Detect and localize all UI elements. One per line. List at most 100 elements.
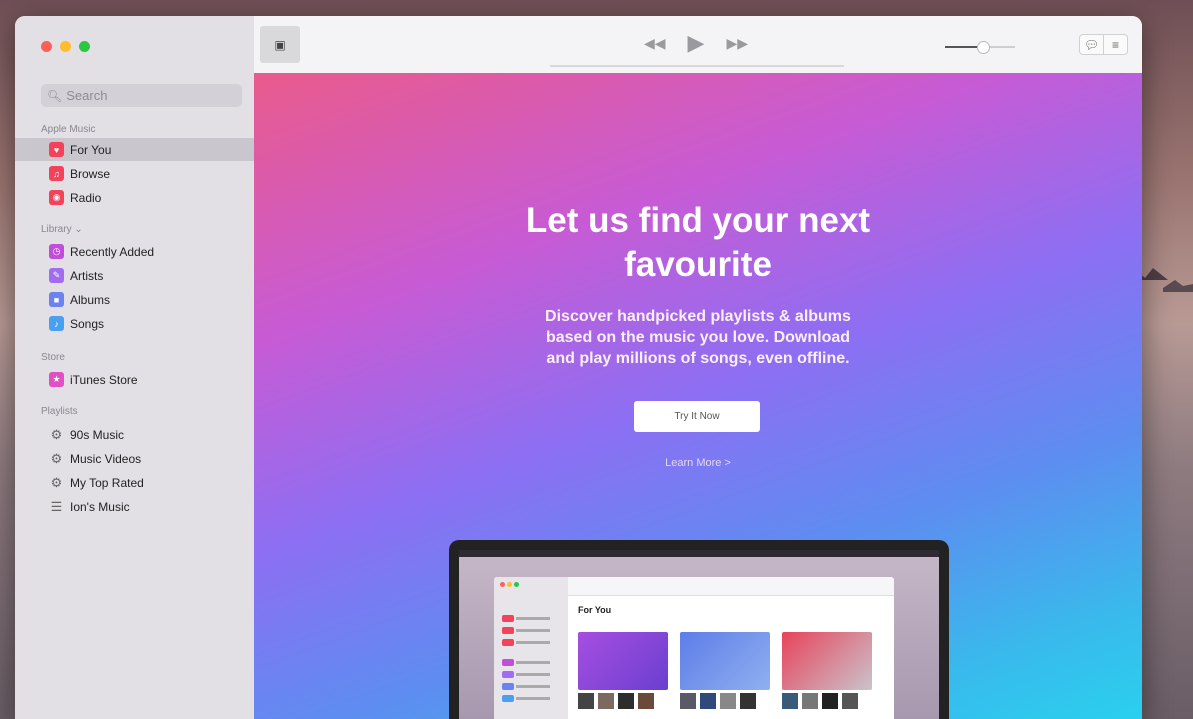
sidebar-item-label: Ion's Music bbox=[70, 499, 130, 514]
hero-headline-line-1: Let us find your next bbox=[525, 201, 871, 240]
minimize-button[interactable] bbox=[60, 41, 71, 52]
sidebar-item-albums[interactable]: ■ Albums bbox=[15, 288, 254, 311]
illustration-thumb bbox=[598, 693, 614, 709]
illustration-sidebar bbox=[494, 577, 568, 719]
illustration-thumb bbox=[700, 693, 716, 709]
music-note-icon: ♫ bbox=[49, 166, 64, 181]
playlist-icon: ☰ bbox=[50, 498, 63, 514]
star-icon: ★ bbox=[49, 372, 64, 387]
note-icon: ♪ bbox=[49, 316, 64, 331]
illustration-row bbox=[502, 627, 514, 634]
illustration-row bbox=[502, 671, 514, 678]
illustration-thumb bbox=[802, 693, 818, 709]
illustration-thumb bbox=[680, 693, 696, 709]
illustration-menubar bbox=[459, 550, 939, 557]
volume-knob[interactable] bbox=[977, 41, 990, 54]
radio-icon: ◉ bbox=[49, 190, 64, 205]
sidebar-item-label: Songs bbox=[70, 316, 105, 331]
clock-icon: ◷ bbox=[49, 244, 64, 259]
illustration-thumb bbox=[720, 693, 736, 709]
fast-forward-icon[interactable]: ▶▶ bbox=[726, 35, 748, 52]
sidebar-item-label: Artists bbox=[70, 268, 104, 283]
sidebar-item-music-videos[interactable]: ⚙ Music Videos bbox=[15, 447, 254, 470]
player-toolbar: ▣ ◀◀ ▶ ▶▶ 💬︎ ≡ bbox=[254, 16, 1142, 74]
hero-headline-line-2: favourite bbox=[624, 245, 772, 284]
search-input[interactable]: 🔍︎ Search bbox=[41, 84, 242, 107]
illustration-thumb bbox=[842, 693, 858, 709]
learn-more-link[interactable]: Learn More > bbox=[254, 457, 1142, 469]
sidebar-item-label: Radio bbox=[70, 190, 102, 205]
microphone-icon: ✎ bbox=[49, 268, 64, 283]
sidebar-item-label: Music Videos bbox=[70, 451, 142, 466]
illustration-dot bbox=[507, 582, 512, 587]
illustration-row bbox=[502, 683, 514, 690]
illustration-thumb bbox=[822, 693, 838, 709]
sidebar-item-90s-music[interactable]: ⚙ 90s Music bbox=[15, 423, 254, 446]
sidebar-item-browse[interactable]: ♫ Browse bbox=[15, 162, 254, 185]
section-header-library[interactable]: Library ⌄ bbox=[41, 224, 83, 235]
sidebar-item-label: Recently Added bbox=[70, 244, 155, 259]
gear-icon: ⚙ bbox=[50, 474, 63, 490]
learn-more-label: Learn More > bbox=[665, 457, 731, 469]
illustration-line bbox=[516, 629, 550, 632]
sidebar-item-recently-added[interactable]: ◷ Recently Added bbox=[15, 240, 254, 263]
illustration-thumb bbox=[740, 693, 756, 709]
sidebar-item-artists[interactable]: ✎ Artists bbox=[15, 264, 254, 287]
mini-player-button[interactable]: ▣ bbox=[260, 26, 300, 63]
for-you-hero: Let us find your next favourite Discover… bbox=[254, 73, 1142, 719]
illustration-row bbox=[502, 639, 514, 646]
section-header-playlists: Playlists bbox=[41, 406, 78, 417]
hero-description-line-3: and play millions of songs, even offline… bbox=[546, 350, 850, 367]
macbook-illustration: For You bbox=[449, 540, 949, 719]
toolbar-right-buttons: 💬︎ ≡ bbox=[1079, 34, 1128, 55]
zoom-button[interactable] bbox=[79, 41, 90, 52]
illustration-music-window: For You bbox=[494, 577, 894, 719]
section-header-store: Store bbox=[41, 352, 65, 363]
illustration-dot bbox=[500, 582, 505, 587]
up-next-icon[interactable]: ≡ bbox=[1103, 35, 1127, 54]
sidebar-item-label: Browse bbox=[70, 166, 111, 181]
macbook-screen: For You bbox=[459, 550, 939, 719]
illustration-row bbox=[502, 695, 514, 702]
play-icon[interactable]: ▶ bbox=[688, 30, 705, 56]
section-header-apple-music: Apple Music bbox=[41, 124, 96, 135]
sidebar-item-ions-music[interactable]: ☰ Ion's Music bbox=[15, 495, 254, 518]
sidebar-item-label: iTunes Store bbox=[70, 372, 138, 387]
transport-controls: ◀◀ ▶ ▶▶ bbox=[644, 30, 748, 56]
playback-progress-bar[interactable] bbox=[550, 65, 844, 67]
illustration-line bbox=[516, 617, 550, 620]
illustration-card bbox=[578, 632, 668, 690]
music-app-window: 🔍︎ Search Apple Music ♥ For You ♫ Browse… bbox=[15, 16, 1142, 719]
mini-player-icon: ▣ bbox=[274, 37, 286, 52]
illustration-card bbox=[680, 632, 770, 690]
sidebar: 🔍︎ Search Apple Music ♥ For You ♫ Browse… bbox=[15, 16, 255, 719]
hero-description-line-1: Discover handpicked playlists & albums bbox=[545, 308, 851, 325]
sidebar-item-label: Albums bbox=[70, 292, 111, 307]
sidebar-item-songs[interactable]: ♪ Songs bbox=[15, 312, 254, 335]
illustration-for-you-title: For You bbox=[578, 605, 612, 615]
gear-icon: ⚙ bbox=[50, 426, 63, 442]
hero-description: Discover handpicked playlists & albums b… bbox=[254, 306, 1142, 369]
hero-headline: Let us find your next favourite bbox=[254, 199, 1142, 287]
illustration-line bbox=[516, 685, 550, 688]
sidebar-item-label: 90s Music bbox=[70, 427, 125, 442]
sidebar-item-label: My Top Rated bbox=[70, 475, 144, 490]
illustration-toolbar bbox=[568, 577, 894, 596]
illustration-thumb bbox=[578, 693, 594, 709]
try-it-now-button[interactable]: Try It Now bbox=[634, 401, 760, 432]
sidebar-item-my-top-rated[interactable]: ⚙ My Top Rated bbox=[15, 471, 254, 494]
sidebar-item-itunes-store[interactable]: ★ iTunes Store bbox=[15, 368, 254, 391]
sidebar-item-radio[interactable]: ◉ Radio bbox=[15, 186, 254, 209]
album-icon: ■ bbox=[49, 292, 64, 307]
heart-icon: ♥ bbox=[49, 142, 64, 157]
sidebar-item-for-you[interactable]: ♥ For You bbox=[15, 138, 254, 161]
volume-fill bbox=[945, 46, 981, 48]
close-button[interactable] bbox=[41, 41, 52, 52]
volume-slider[interactable] bbox=[945, 41, 1015, 54]
lyrics-icon[interactable]: 💬︎ bbox=[1080, 35, 1103, 54]
rewind-icon[interactable]: ◀◀ bbox=[644, 35, 666, 52]
illustration-line bbox=[516, 641, 550, 644]
illustration-thumb bbox=[638, 693, 654, 709]
illustration-card bbox=[782, 632, 872, 690]
illustration-row bbox=[502, 615, 514, 622]
